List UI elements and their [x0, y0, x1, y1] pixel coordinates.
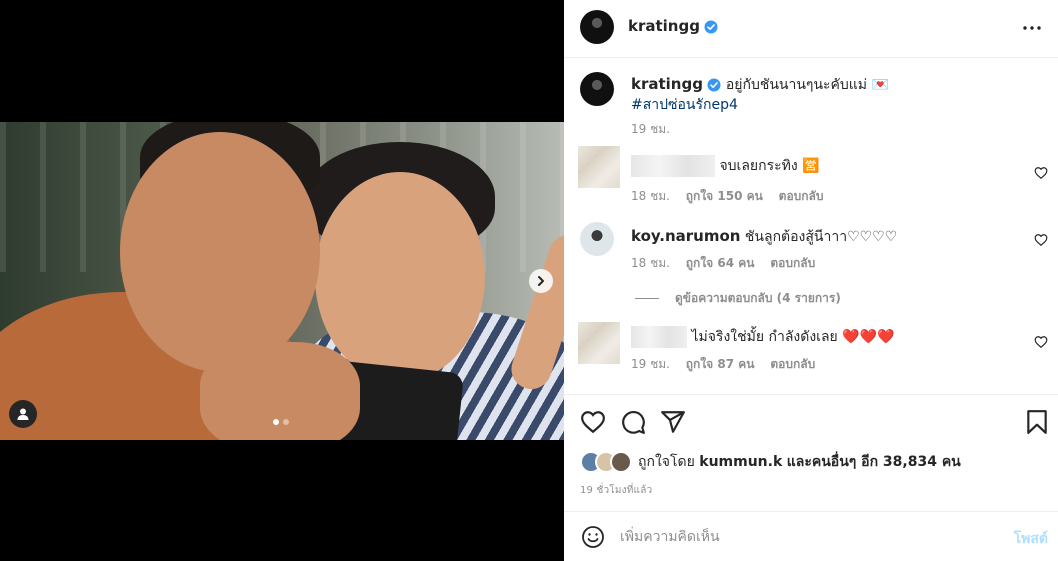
comment-text: จบเลยกระทิง 🈺 — [719, 158, 820, 174]
emoji-icon[interactable] — [581, 525, 605, 549]
share-icon[interactable] — [660, 409, 686, 435]
comment-avatar[interactable] — [578, 322, 620, 364]
save-bookmark-icon[interactable] — [1024, 409, 1050, 435]
photo-detail — [120, 132, 320, 372]
comment-time[interactable]: 19 ชม. — [631, 357, 670, 371]
tagged-users-button[interactable] — [9, 400, 37, 428]
comment-meta: 19 ชม. ถูกใจ 87 คน ตอบกลับ — [631, 355, 815, 374]
comment-likes[interactable]: ถูกใจ 64 คน — [686, 256, 755, 270]
carousel-next-button[interactable] — [529, 269, 553, 293]
comment-avatar[interactable] — [578, 146, 620, 188]
reply-button[interactable]: ตอบกลับ — [770, 357, 815, 371]
liker-avatar — [610, 451, 632, 473]
likes-summary: ถูกใจโดย kummun.k และคนอื่นๆ อีก 38,834 … — [580, 451, 961, 473]
chevron-right-icon — [538, 276, 544, 286]
comment-time[interactable]: 18 ชม. — [631, 256, 670, 270]
caption-username[interactable]: kratingg — [631, 75, 703, 93]
carousel-dot-active — [273, 419, 279, 425]
carousel-dot — [283, 419, 289, 425]
add-comment-bar: โพสต์ — [564, 512, 1058, 561]
likes-prefix: ถูกใจโดย — [638, 454, 695, 470]
comment-likes[interactable]: ถูกใจ 150 คน — [686, 189, 763, 203]
post-header: kratingg — [564, 0, 1058, 58]
comment: จบเลยกระทิง 🈺 — [631, 155, 820, 177]
reply-button[interactable]: ตอบกลับ — [770, 256, 815, 270]
comment-username-blurred[interactable] — [631, 326, 687, 348]
comment-text: ไม่จริงใช่มั้ย กำลังดังเลย — [691, 329, 838, 345]
liker-avatars — [580, 451, 632, 473]
comments-section: kratingg อยู่กับชันนานๆนะคับแม่ 💌 #สาปซ่… — [564, 58, 1058, 394]
comment-time[interactable]: 18 ชม. — [631, 189, 670, 203]
likes-user[interactable]: kummun.k — [699, 454, 782, 470]
caption-hashtag[interactable]: #สาปซ่อนรักep4 — [631, 97, 738, 113]
comment-input[interactable] — [620, 524, 980, 550]
post-actions: ถูกใจโดย kummun.k และคนอื่นๆ อีก 38,834 … — [564, 394, 1058, 512]
comment-icon[interactable] — [620, 409, 646, 435]
post-panel: kratingg kratingg อยู่กับชันนานๆนะคับแม่… — [564, 0, 1058, 561]
comment-username-blurred[interactable] — [631, 155, 715, 177]
verified-badge-icon — [707, 78, 721, 92]
comment: ไม่จริงใช่มั้ย กำลังดังเลย ❤️❤️❤️ — [631, 326, 895, 348]
author-avatar[interactable] — [580, 10, 614, 44]
more-options-button[interactable] — [1020, 16, 1044, 40]
post-media — [0, 0, 564, 561]
caption-time[interactable]: 19 ชม. — [631, 120, 670, 139]
comment-hearts: ❤️❤️❤️ — [842, 329, 895, 345]
comment-meta: 18 ชม. ถูกใจ 150 คน ตอบกลับ — [631, 187, 824, 206]
like-icon[interactable] — [580, 409, 606, 435]
photo-detail — [200, 342, 360, 440]
author-username[interactable]: kratingg — [628, 17, 700, 35]
post-timestamp[interactable]: 19 ชั่วโมงที่แล้ว — [580, 483, 652, 498]
caption-text: อยู่กับชันนานๆนะคับแม่ 💌 — [725, 77, 889, 93]
view-replies-label: ดูข้อความตอบกลับ (4 รายการ) — [675, 291, 841, 305]
comment-username[interactable]: koy.narumon — [631, 227, 740, 245]
divider-line — [635, 298, 659, 299]
caption-avatar[interactable] — [580, 72, 614, 106]
comment-meta: 18 ชม. ถูกใจ 64 คน ตอบกลับ — [631, 254, 815, 273]
verified-badge-icon — [704, 20, 718, 34]
likes-count[interactable]: และคนอื่นๆ อีก 38,834 คน — [787, 451, 961, 473]
view-replies-button[interactable]: ดูข้อความตอบกลับ (4 รายการ) — [635, 289, 841, 308]
comment-like-icon[interactable] — [1034, 233, 1048, 247]
comment-text: ชันลูกต้องสู้นีาาา♡♡♡♡ — [744, 229, 898, 245]
comment: koy.narumon ชันลูกต้องสู้นีาาา♡♡♡♡ — [631, 226, 897, 247]
photo-detail — [315, 172, 485, 382]
more-horizontal-icon — [1023, 26, 1041, 30]
caption: kratingg อยู่กับชันนานๆนะคับแม่ 💌 #สาปซ่… — [631, 74, 1041, 115]
comment-likes[interactable]: ถูกใจ 87 คน — [686, 357, 755, 371]
comment-like-icon[interactable] — [1034, 166, 1048, 180]
post-comment-button[interactable]: โพสต์ — [1014, 528, 1048, 550]
post-photo — [0, 122, 564, 440]
reply-button[interactable]: ตอบกลับ — [779, 189, 824, 203]
user-icon — [17, 408, 29, 420]
carousel-indicator — [273, 419, 289, 425]
comment-like-icon[interactable] — [1034, 335, 1048, 349]
comment-avatar[interactable] — [580, 222, 614, 256]
